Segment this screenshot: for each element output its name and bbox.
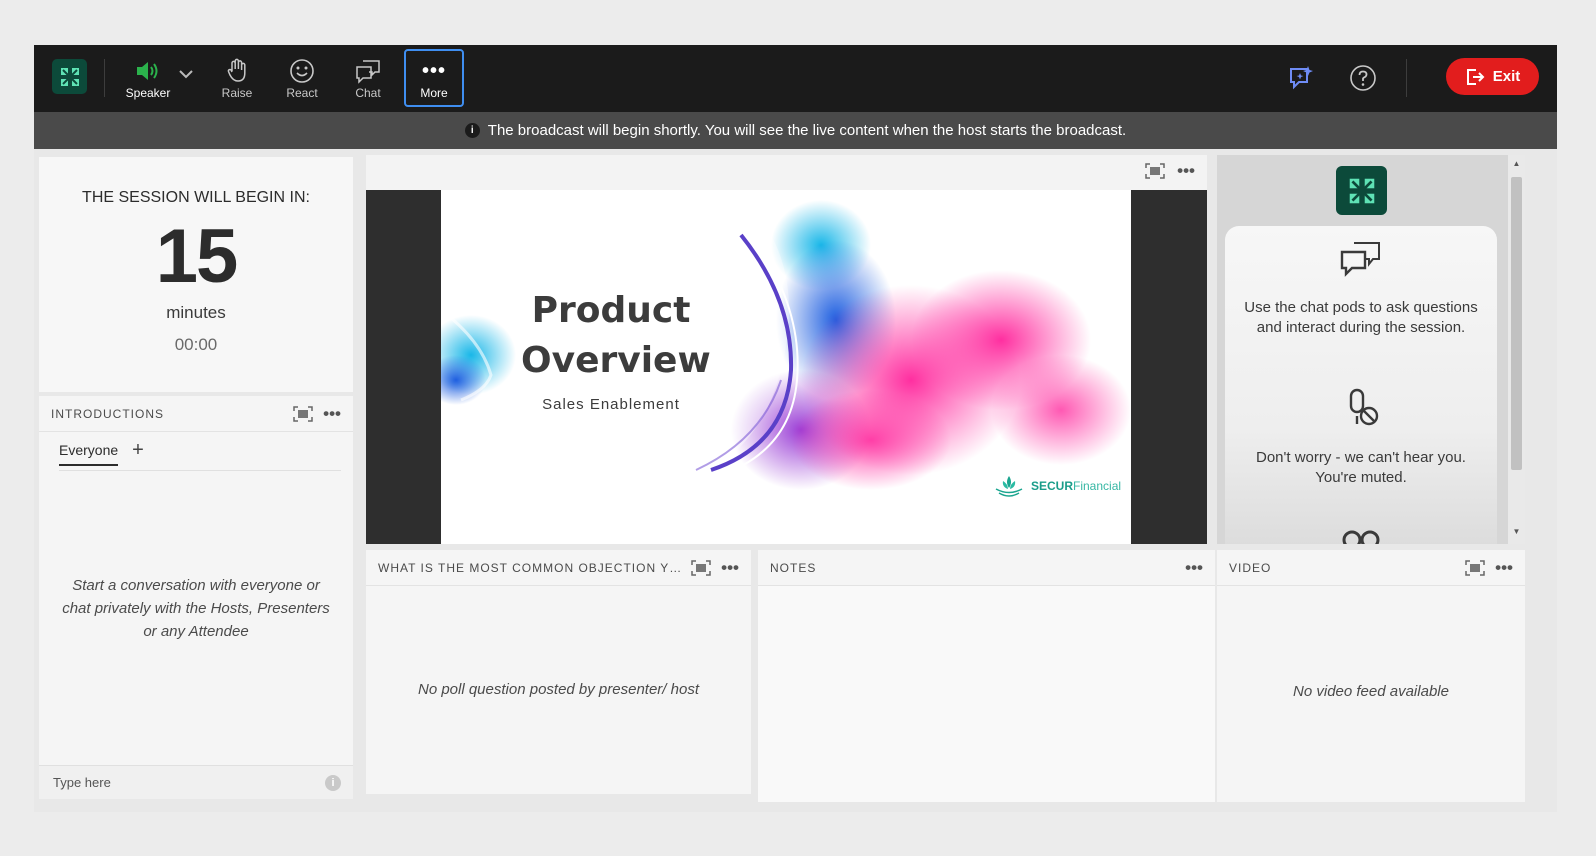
brand-logo: SECURFinancial <box>993 472 1121 500</box>
app-logo <box>1336 166 1387 215</box>
react-label: React <box>286 86 318 100</box>
brand-name-light: Financial <box>1073 479 1122 493</box>
toolbar-divider <box>104 59 105 97</box>
toolbar-divider <box>1406 59 1407 97</box>
pod-title: INTRODUCTIONS <box>51 406 164 421</box>
maximize-icon[interactable] <box>1145 162 1165 179</box>
pod-menu-dots-icon[interactable]: ••• <box>1177 162 1195 179</box>
help-icon <box>1350 65 1376 91</box>
presentation-slide: Product Overview Sales Enablement SECURF… <box>441 190 1131 544</box>
slide-subtitle: Sales Enablement <box>542 396 680 413</box>
tips-card: Use the chat pods to ask questions and i… <box>1225 226 1497 544</box>
brand-name-bold: SECUR <box>1031 479 1074 493</box>
muted-tip-text: Don't worry - we can't hear you. You're … <box>1256 449 1466 486</box>
countdown-unit: minutes <box>166 303 226 322</box>
exit-icon <box>1466 68 1485 85</box>
share-pod: ••• Product Overview Sales Enablement SE… <box>366 155 1207 544</box>
broadcast-banner: i The broadcast will begin shortly. You … <box>34 112 1557 149</box>
scroll-up-arrow-icon[interactable]: ▲ <box>1512 159 1521 168</box>
react-button[interactable]: React <box>282 49 322 107</box>
speaker-options-chevron-icon[interactable] <box>178 67 194 85</box>
microphone-muted-icon <box>1225 386 1497 432</box>
chat-input-bar: i <box>39 765 353 799</box>
countdown-heading: THE SESSION WILL BEGIN IN: <box>82 189 310 206</box>
scrollbar-thumb[interactable] <box>1511 177 1522 470</box>
maximize-icon[interactable] <box>1465 559 1485 576</box>
poll-empty-message: No poll question posted by presenter/ ho… <box>417 681 699 698</box>
pod-menu-dots-icon[interactable]: ••• <box>1495 559 1513 576</box>
chat-label: Chat <box>355 86 381 100</box>
slide-title-line1: Product <box>531 290 691 331</box>
slide-viewer: Product Overview Sales Enablement SECURF… <box>366 190 1207 544</box>
scrollbar[interactable]: ▲ ▼ <box>1508 155 1525 544</box>
speaker-label: Speaker <box>125 86 171 100</box>
pod-title: NOTES <box>770 560 817 575</box>
add-tab-plus-icon[interactable]: + <box>132 439 144 462</box>
maximize-icon[interactable] <box>691 559 711 576</box>
more-label: More <box>420 86 448 100</box>
speaker-button[interactable]: Speaker <box>124 49 172 107</box>
poll-pod: WHAT IS THE MOST COMMON OBJECTION YOU...… <box>366 550 751 794</box>
pod-menu-dots-icon[interactable]: ••• <box>323 405 341 422</box>
more-button[interactable]: ••• More <box>404 49 464 107</box>
chat-button[interactable]: Chat <box>348 49 388 107</box>
video-pod: VIDEO ••• No video feed available <box>1217 550 1525 802</box>
speaker-icon <box>134 56 162 86</box>
info-icon[interactable]: i <box>325 774 341 791</box>
app-logo <box>52 59 87 94</box>
pod-header: NOTES ••• <box>758 550 1215 586</box>
banner-message: The broadcast will begin shortly. You wi… <box>487 122 1127 139</box>
maximize-icon[interactable] <box>293 405 313 422</box>
notes-pod: NOTES ••• <box>758 550 1215 802</box>
scroll-down-arrow-icon[interactable]: ▼ <box>1512 527 1521 536</box>
chat-bubbles-icon <box>354 56 382 86</box>
raise-hand-button[interactable]: Raise <box>217 49 257 107</box>
slide-title-line2: Overview <box>521 340 711 381</box>
raise-label: Raise <box>221 86 253 100</box>
info-icon: i <box>464 123 480 138</box>
chat-empty-message: Start a conversation with everyone or ch… <box>62 577 330 640</box>
pod-menu-dots-icon[interactable]: ••• <box>1185 559 1203 576</box>
countdown-time: 00:00 <box>174 335 218 354</box>
chat-bubbles-icon <box>1225 240 1497 280</box>
people-icon <box>1225 528 1497 544</box>
tabs-divider <box>59 470 341 471</box>
pod-header: INTRODUCTIONS ••• <box>39 396 353 432</box>
chat-message-input[interactable] <box>53 775 325 790</box>
countdown-value: 15 <box>155 214 239 299</box>
pod-menu-dots-icon[interactable]: ••• <box>721 559 739 576</box>
hand-icon <box>225 56 249 86</box>
pod-title: VIDEO <box>1229 560 1272 575</box>
tips-pod: Use the chat pods to ask questions and i… <box>1217 155 1525 544</box>
exit-button[interactable]: Exit <box>1446 58 1539 95</box>
countdown-pod: THE SESSION WILL BEGIN IN: 15 minutes 00… <box>39 157 353 392</box>
leaf-logo-icon <box>995 476 1023 497</box>
chat-tip-text: Use the chat pods to ask questions and i… <box>1244 299 1478 336</box>
introductions-chat-pod: INTRODUCTIONS ••• Everyone + Start a con… <box>39 396 353 799</box>
pod-title: WHAT IS THE MOST COMMON OBJECTION YOU... <box>378 560 692 575</box>
help-button[interactable] <box>1346 61 1380 95</box>
tab-everyone[interactable]: Everyone <box>59 442 119 466</box>
more-dots-icon: ••• <box>421 59 446 82</box>
pod-header: VIDEO ••• <box>1217 550 1525 586</box>
sparkle-chat-icon <box>1290 66 1313 90</box>
top-toolbar: Speaker Raise React Chat ••• More Exit <box>34 45 1557 112</box>
exit-label: Exit <box>1492 68 1521 85</box>
pod-header: WHAT IS THE MOST COMMON OBJECTION YOU...… <box>366 550 751 586</box>
meeting-room: Speaker Raise React Chat ••• More Exit i… <box>34 45 1557 812</box>
smiley-icon <box>289 56 315 86</box>
slide-title: Product Overview <box>521 286 711 386</box>
ai-assistant-button[interactable] <box>1285 61 1319 95</box>
video-empty-message: No video feed available <box>1293 683 1449 700</box>
